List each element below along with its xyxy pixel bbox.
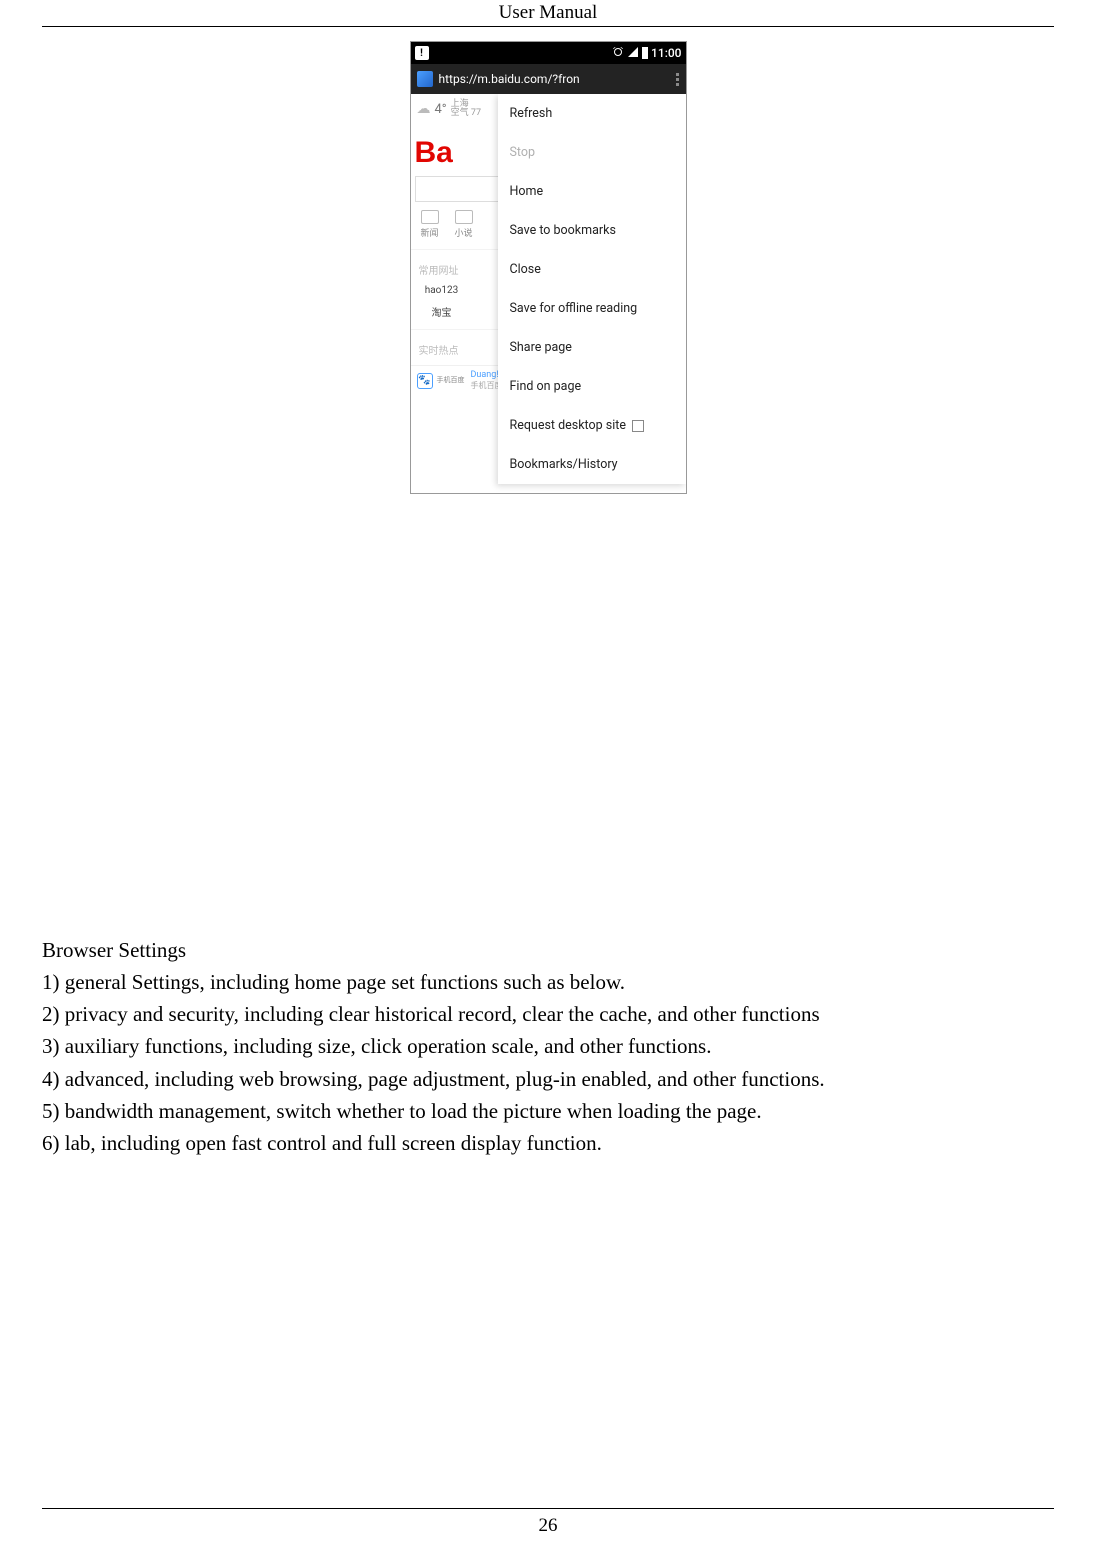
signal-icon	[627, 46, 639, 61]
item-6: 6) lab, including open fast control and …	[42, 1127, 1054, 1159]
menu-refresh[interactable]: Refresh	[498, 94, 686, 133]
menu-bookmarks-history[interactable]: Bookmarks/History	[498, 445, 686, 484]
item-1: 1) general Settings, including home page…	[42, 966, 1054, 998]
body-text: Browser Settings 1) general Settings, in…	[42, 934, 1054, 1159]
item-5: 5) bandwidth management, switch whether …	[42, 1095, 1054, 1127]
section-heading: Browser Settings	[42, 934, 1054, 966]
menu-stop: Stop	[498, 133, 686, 172]
common-links: hao123 淘宝	[411, 279, 461, 319]
menu-desktop-site[interactable]: Request desktop site	[498, 406, 686, 445]
item-4: 4) advanced, including web browsing, pag…	[42, 1063, 1054, 1095]
overflow-menu-icon[interactable]	[672, 73, 680, 86]
item-3: 3) auxiliary functions, including size, …	[42, 1030, 1054, 1062]
link-taobao[interactable]: 淘宝	[432, 304, 452, 319]
browser-dropdown-menu: Refresh Stop Home Save to bookmarks Clos…	[498, 94, 686, 484]
menu-share[interactable]: Share page	[498, 328, 686, 367]
page-number: 26	[0, 1515, 1096, 1537]
desktop-site-checkbox[interactable]	[632, 420, 644, 432]
menu-home[interactable]: Home	[498, 172, 686, 211]
page-header: User Manual	[42, 0, 1054, 27]
promo-caption: 手机百度	[437, 377, 465, 384]
menu-find[interactable]: Find on page	[498, 367, 686, 406]
alarm-icon	[612, 46, 624, 61]
tab-novel[interactable]: 小说	[455, 210, 473, 239]
battery-icon	[642, 47, 648, 59]
link-hao123[interactable]: hao123	[425, 285, 459, 296]
header-title: User Manual	[499, 2, 598, 23]
status-bar: ! 11:00	[411, 42, 686, 64]
footer-divider	[42, 1508, 1054, 1509]
temperature: 4°	[435, 102, 447, 117]
status-time: 11:00	[651, 46, 681, 60]
item-2: 2) privacy and security, including clear…	[42, 998, 1054, 1030]
menu-save-bookmarks[interactable]: Save to bookmarks	[498, 211, 686, 250]
weather-icon: ☁	[417, 101, 431, 117]
tab-news[interactable]: 新闻	[421, 210, 439, 239]
menu-close[interactable]: Close	[498, 250, 686, 289]
browser-viewport: ☁ 4° 上海 空气 77 Ba 新闻 小说	[411, 94, 686, 493]
novel-icon	[455, 210, 473, 224]
news-icon	[421, 210, 439, 224]
url-bar[interactable]: https://m.baidu.com/?fron	[411, 64, 686, 94]
baidu-app-icon: 🐾	[417, 373, 433, 389]
menu-save-offline[interactable]: Save for offline reading	[498, 289, 686, 328]
url-text: https://m.baidu.com/?fron	[439, 72, 666, 86]
site-icon	[417, 71, 433, 87]
phone-screenshot: ! 11:00 https://m.baidu.com/?fron ☁ 4° 上…	[410, 41, 687, 494]
notification-icon: !	[415, 46, 429, 60]
air-quality: 空气 77	[451, 109, 481, 118]
